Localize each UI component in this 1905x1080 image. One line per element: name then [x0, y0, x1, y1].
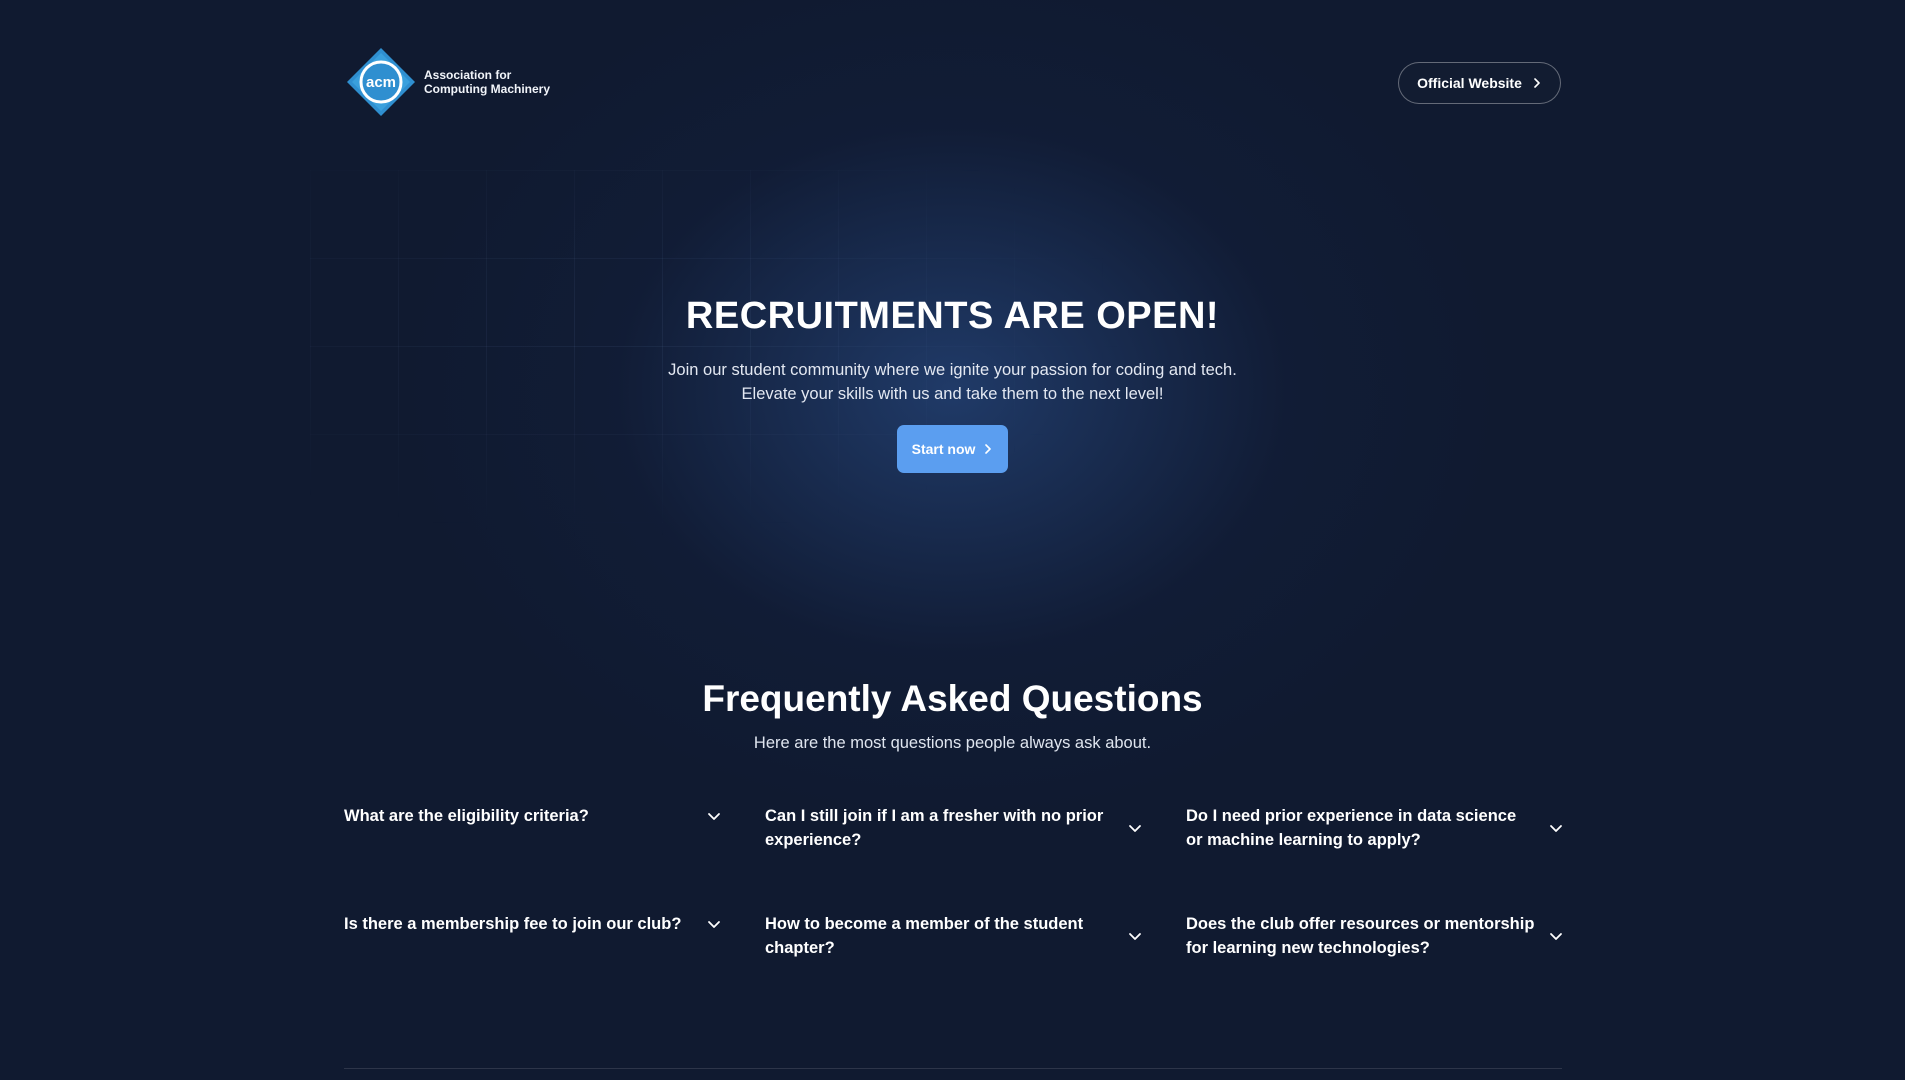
start-now-label: Start now [911, 441, 976, 457]
faq-item[interactable]: Can I still join if I am a fresher with … [765, 804, 1142, 852]
official-website-label: Official Website [1417, 75, 1522, 91]
hero-subtitle: Join our student community where we igni… [0, 358, 1905, 406]
acm-logo-icon: acm [347, 48, 415, 116]
faq-question: What are the eligibility criteria? [344, 807, 589, 825]
logo-mark-text: acm [366, 74, 396, 91]
faq-question: Do I need prior experience in data scien… [1186, 807, 1517, 849]
faq-question: Can I still join if I am a fresher with … [765, 807, 1104, 849]
page: acm Association for Computing Machinery … [0, 0, 1905, 1080]
acm-logo[interactable]: acm Association for Computing Machinery [346, 47, 550, 117]
logo-wordmark: Association for Computing Machinery [424, 68, 550, 96]
logo-line-2: Computing Machinery [424, 82, 551, 96]
faq-title: Frequently Asked Questions [702, 678, 1203, 719]
footer-divider [344, 1068, 1562, 1069]
official-website-button[interactable]: Official Website [1398, 62, 1561, 104]
hero-title: RECRUITMENTS ARE OPEN! [685, 295, 1220, 337]
faq-subtitle: Here are the most questions people alway… [753, 734, 1152, 752]
chevron-right-icon [985, 444, 992, 454]
chevron-right-icon [1534, 78, 1540, 88]
faq-question: Is there a membership fee to join our cl… [344, 915, 682, 933]
faq-item[interactable]: Is there a membership fee to join our cl… [344, 912, 721, 960]
chevron-down-icon [1550, 825, 1562, 832]
faq-item[interactable]: Do I need prior experience in data scien… [1186, 804, 1563, 852]
faq-question: Does the club offer resources or mentors… [1186, 915, 1535, 957]
logo-line-1: Association for [424, 68, 512, 82]
chevron-down-icon [1550, 933, 1562, 940]
chevron-down-icon [1129, 825, 1141, 832]
chevron-down-icon [1129, 933, 1141, 940]
faq-item[interactable]: Does the club offer resources or mentors… [1186, 912, 1563, 960]
faq-item[interactable]: What are the eligibility criteria? [344, 804, 721, 852]
start-now-button[interactable]: Start now [897, 425, 1008, 473]
faq-question: How to become a member of the student ch… [765, 915, 1084, 957]
hero-subtitle-line-1: Join our student community where we igni… [668, 361, 1237, 379]
faq-item[interactable]: How to become a member of the student ch… [765, 912, 1142, 960]
hero-subtitle-line-2: Elevate your skills with us and take the… [741, 385, 1164, 403]
chevron-down-icon [708, 813, 720, 820]
faq-list: What are the eligibility criteria? Can I… [344, 804, 1562, 960]
chevron-down-icon [708, 921, 720, 928]
